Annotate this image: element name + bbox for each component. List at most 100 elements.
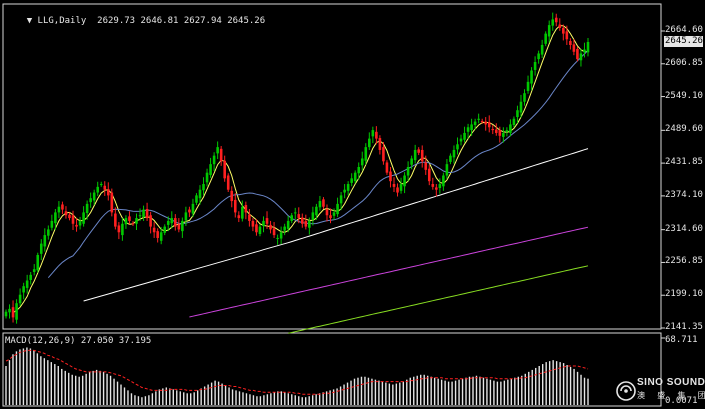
price-axis-label: 2374.10 (665, 189, 703, 200)
candle-body (258, 226, 262, 234)
candle-body (424, 162, 428, 170)
macd-label: MACD(12,26,9) 27.050 37.195 (5, 336, 152, 346)
candle-body (586, 41, 590, 53)
candle-body (47, 229, 50, 236)
candle-body (25, 280, 29, 288)
candle-body (106, 189, 110, 196)
ma-green-line (288, 265, 589, 334)
price-pane-border (2, 3, 662, 330)
candle-body (103, 185, 107, 190)
candle-body (159, 232, 163, 241)
candle-body (364, 147, 368, 161)
candle-body (537, 53, 540, 60)
candle-body (22, 286, 25, 293)
price-axis-label: 2314.60 (665, 223, 703, 234)
candle-body (152, 227, 156, 233)
candle-body (385, 162, 389, 173)
candle-body (579, 53, 583, 61)
candle-body (233, 199, 237, 213)
candle-body (572, 44, 576, 52)
candle-body (431, 184, 435, 187)
candle-body (36, 254, 40, 271)
ma-mid-line (47, 50, 589, 279)
price-axis-label: 2549.10 (665, 90, 703, 101)
candle-body (375, 131, 378, 139)
candle-body (353, 172, 357, 182)
candle-body (276, 237, 279, 239)
candle-body (480, 121, 484, 123)
candle-body (491, 128, 495, 131)
candle-body (350, 178, 353, 183)
candle-body (124, 218, 128, 225)
candle-body (308, 220, 311, 228)
candle-body (368, 138, 371, 148)
candle-body (279, 232, 283, 239)
candle-body (473, 121, 477, 125)
candle-body (339, 195, 343, 204)
candle-body (526, 81, 530, 91)
candle-body (64, 211, 68, 216)
candle-body (494, 129, 498, 133)
candle-body (92, 192, 96, 201)
candle-body (121, 223, 124, 236)
moving-average-layer (12, 25, 589, 334)
chart-canvas[interactable] (0, 0, 705, 409)
candle-body (117, 225, 121, 233)
candle-body (530, 70, 533, 84)
candle-body (177, 224, 181, 230)
candle-body (487, 122, 491, 128)
candle-body (241, 206, 244, 219)
ma-purple-line (189, 226, 589, 318)
candle-body (209, 164, 212, 175)
candle-body (357, 166, 361, 174)
candle-body (131, 223, 135, 225)
candle-body (68, 214, 71, 219)
candle-body (50, 220, 54, 228)
candle-body (470, 124, 473, 131)
candle-body (311, 212, 315, 220)
price-axis-label: 2199.10 (665, 289, 703, 300)
candle-body (396, 187, 399, 193)
candle-body (406, 166, 410, 176)
candle-body (512, 118, 516, 125)
dropdown-triangle-icon[interactable]: ▼ (27, 16, 38, 26)
candle-body (466, 127, 470, 132)
candle-body (459, 138, 463, 142)
current-price-tag: 2645.26 (664, 36, 703, 47)
candle-body (576, 48, 579, 60)
candle-body (170, 218, 174, 224)
candle-body (329, 215, 332, 219)
candle-body (205, 172, 209, 183)
ma-fast-line (12, 25, 589, 314)
candle-body (163, 226, 167, 233)
candle-body (477, 118, 480, 120)
candle-body (96, 186, 100, 193)
candle-body (18, 294, 22, 304)
candle-body (4, 311, 8, 317)
candle-body (8, 308, 11, 313)
candle-body (505, 130, 509, 132)
candle-body (15, 303, 18, 320)
candle-body (336, 203, 339, 215)
chart-window[interactable]: ▼ LLG,Daily 2629.73 2646.81 2627.94 2645… (0, 0, 705, 409)
candle-body (399, 184, 403, 191)
candle-body (216, 147, 219, 154)
candle-body (39, 243, 43, 254)
price-axis-label: 2141.35 (665, 322, 703, 332)
ohlc-values: 2629.73 2646.81 2627.94 2645.26 (97, 16, 266, 26)
candle-body (554, 17, 558, 23)
candle-body (71, 215, 75, 224)
candle-body (449, 155, 452, 162)
candle-body (57, 206, 61, 213)
candle-body (230, 190, 234, 202)
candle-body (547, 25, 551, 37)
candle-body (569, 40, 572, 45)
candle-body (410, 158, 413, 165)
candle-body (78, 220, 82, 226)
candle-body (262, 220, 265, 227)
candle-body (371, 130, 375, 137)
candle-body (343, 189, 346, 193)
candle-body (283, 226, 286, 231)
candle-body (184, 212, 188, 221)
candle-body (544, 33, 547, 44)
